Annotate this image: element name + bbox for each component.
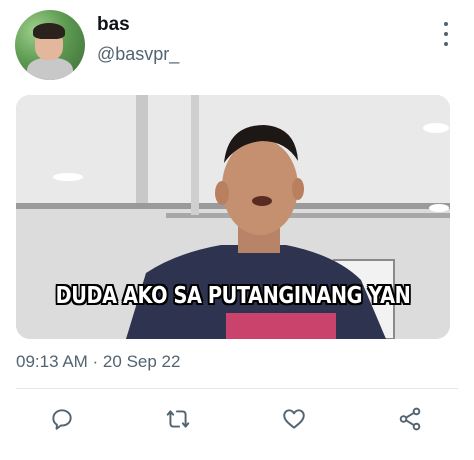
tweet-actions: [0, 400, 474, 440]
display-name[interactable]: bas: [97, 14, 130, 36]
video-caption: DUDA AKO SA PUTANGINANG YAN: [55, 283, 411, 309]
reply-icon[interactable]: [49, 406, 79, 436]
tweet-timestamp[interactable]: 09:13 AM · 20 Sep 22: [16, 352, 180, 372]
retweet-icon[interactable]: [165, 406, 195, 436]
tweet-header: bas @basvpr_: [0, 0, 474, 90]
divider: [16, 388, 458, 389]
share-icon[interactable]: [397, 406, 427, 436]
more-vertical-icon[interactable]: [438, 22, 454, 46]
user-handle[interactable]: @basvpr_: [97, 44, 179, 65]
heart-icon[interactable]: [281, 406, 311, 436]
tweet-media-video[interactable]: DUDA AKO SA PUTANGINANG YAN: [16, 95, 450, 339]
avatar[interactable]: [15, 10, 85, 80]
